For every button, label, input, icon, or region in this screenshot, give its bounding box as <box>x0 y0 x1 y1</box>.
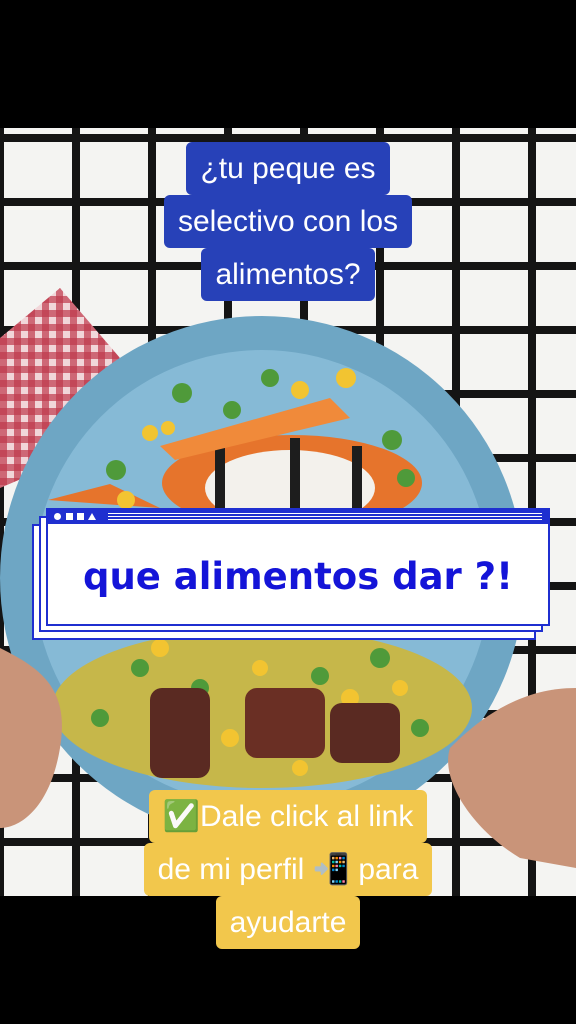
window-square-icon <box>77 513 84 520</box>
top-caption-line-1: ¿tu peque es <box>186 142 390 195</box>
window-square-icon <box>66 513 73 520</box>
top-caption-line-3: alimentos? <box>201 248 375 301</box>
top-caption-line-2: selectivo con los <box>163 195 413 248</box>
bottom-caption: ✅Dale click al link de mi perfil 📲 para … <box>0 790 576 949</box>
window-dot-icon <box>54 513 61 520</box>
banner-window: que alimentos dar ?! <box>46 508 550 626</box>
banner-title-bar <box>48 510 548 524</box>
bottom-caption-line-2: de mi perfil 📲 para <box>143 843 433 896</box>
title-bar-stripes <box>108 513 542 521</box>
bottom-caption-line-1: ✅Dale click al link <box>148 790 428 843</box>
bottom-caption-line-3: ayudarte <box>215 896 361 949</box>
banner-text: que alimentos dar ?! <box>82 554 514 598</box>
window-banner: que alimentos dar ?! <box>32 508 550 642</box>
top-caption: ¿tu peque es selectivo con los alimentos… <box>0 142 576 301</box>
window-triangle-icon <box>88 513 96 520</box>
